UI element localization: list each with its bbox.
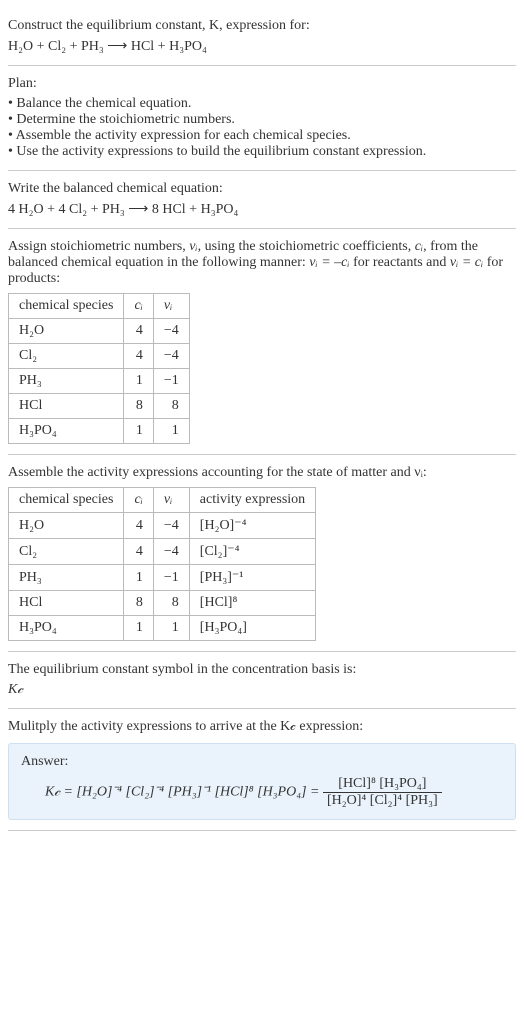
cell-ci: 1 [124, 565, 153, 591]
col-activity: activity expression [189, 488, 315, 513]
col-nu: νᵢ [153, 488, 189, 513]
cell-ci: 4 [124, 319, 153, 344]
col-species: chemical species [9, 294, 124, 319]
cell-ci: 8 [124, 591, 153, 616]
cell-nu: −4 [153, 539, 189, 565]
activity-section: Assemble the activity expressions accoun… [8, 455, 516, 652]
activity-table: chemical species cᵢ νᵢ activity expressi… [8, 487, 316, 641]
cell-species: Cl₂ [9, 344, 124, 369]
cell-activity: [Cl₂]⁻⁴ [189, 539, 315, 565]
cell-ci: 8 [124, 394, 153, 419]
intro-lead-text: Construct the equilibrium constant, K, e… [8, 18, 310, 33]
table-header-row: chemical species cᵢ νᵢ activity expressi… [9, 488, 316, 513]
cell-nu: 8 [153, 394, 189, 419]
table-row: H₃PO₄11 [9, 419, 190, 444]
table-row: H₃PO₄11[H₃PO₄] [9, 616, 316, 641]
cell-nu: −4 [153, 513, 189, 539]
stoich-lead: Assign stoichiometric numbers, νᵢ, using… [8, 239, 516, 287]
cell-nu: −1 [153, 565, 189, 591]
answer-box: Answer: K𝒸 = [H₂O]⁻⁴ [Cl₂]⁻⁴ [PH₃]⁻¹ [HC… [8, 743, 516, 820]
table-row: H₂O4−4 [9, 319, 190, 344]
cell-species: Cl₂ [9, 539, 124, 565]
multiply-lead: Mulitply the activity expressions to arr… [8, 719, 516, 735]
plan-list: Balance the chemical equation. Determine… [8, 96, 516, 160]
cell-nu: 8 [153, 591, 189, 616]
plan-item: Determine the stoichiometric numbers. [8, 112, 516, 128]
balanced-section: Write the balanced chemical equation: 4 … [8, 171, 516, 229]
table-row: Cl₂4−4[Cl₂]⁻⁴ [9, 539, 316, 565]
col-nu: νᵢ [153, 294, 189, 319]
ci-symbol: cᵢ [415, 239, 423, 254]
col-species: chemical species [9, 488, 124, 513]
cell-ci: 1 [124, 419, 153, 444]
kc-lhs: K𝒸 = [H₂O]⁻⁴ [Cl₂]⁻⁴ [PH₃]⁻¹ [HCl]⁸ [H₃P… [45, 785, 323, 800]
table-row: HCl88 [9, 394, 190, 419]
kc-symbol: K𝒸 [8, 682, 516, 698]
table-header-row: chemical species cᵢ νᵢ [9, 294, 190, 319]
cell-nu: −4 [153, 344, 189, 369]
table-row: Cl₂4−4 [9, 344, 190, 369]
relation-products: νᵢ = cᵢ [450, 255, 483, 270]
relation-reactants: νᵢ = –cᵢ [309, 255, 349, 270]
col-ci: cᵢ [124, 488, 153, 513]
text: for reactants and [350, 255, 450, 270]
table-row: H₂O4−4[H₂O]⁻⁴ [9, 513, 316, 539]
cell-species: HCl [9, 591, 124, 616]
symbol-lead: The equilibrium constant symbol in the c… [8, 662, 516, 678]
cell-species: PH₃ [9, 369, 124, 394]
plan-item: Assemble the activity expression for eac… [8, 128, 516, 144]
plan-item: Balance the chemical equation. [8, 96, 516, 112]
cell-ci: 1 [124, 369, 153, 394]
text: Assign stoichiometric numbers, [8, 239, 189, 254]
intro-lead: Construct the equilibrium constant, K, e… [8, 18, 516, 34]
balanced-equation: 4 H₂O + 4 Cl₂ + PH₃ ⟶ 8 HCl + H₃PO₄ [8, 201, 516, 218]
cell-species: PH₃ [9, 565, 124, 591]
cell-activity: [H₂O]⁻⁴ [189, 513, 315, 539]
table-row: HCl88[HCl]⁸ [9, 591, 316, 616]
cell-ci: 4 [124, 513, 153, 539]
cell-nu: −4 [153, 319, 189, 344]
kc-fraction: [HCl]⁸ [H₃PO₄][H₂O]⁴ [Cl₂]⁴ [PH₃] [323, 776, 442, 809]
cell-activity: [HCl]⁸ [189, 591, 315, 616]
cell-ci: 4 [124, 344, 153, 369]
answer-label: Answer: [21, 754, 503, 770]
table-row: PH₃1−1[PH₃]⁻¹ [9, 565, 316, 591]
cell-species: H₃PO₄ [9, 616, 124, 641]
plan-section: Plan: Balance the chemical equation. Det… [8, 66, 516, 171]
cell-ci: 4 [124, 539, 153, 565]
nu-symbol: νᵢ [189, 239, 197, 254]
activity-lead: Assemble the activity expressions accoun… [8, 465, 516, 481]
cell-ci: 1 [124, 616, 153, 641]
col-ci: cᵢ [124, 294, 153, 319]
cell-species: H₃PO₄ [9, 419, 124, 444]
text: , using the stoichiometric coefficients, [198, 239, 415, 254]
plan-title: Plan: [8, 76, 516, 92]
cell-species: HCl [9, 394, 124, 419]
fraction-denominator: [H₂O]⁴ [Cl₂]⁴ [PH₃] [323, 793, 442, 809]
intro-equation: H₂O + Cl₂ + PH₃ ⟶ HCl + H₃PO₄ [8, 38, 516, 55]
cell-nu: 1 [153, 616, 189, 641]
cell-species: H₂O [9, 513, 124, 539]
table-row: PH₃1−1 [9, 369, 190, 394]
cell-species: H₂O [9, 319, 124, 344]
cell-nu: −1 [153, 369, 189, 394]
stoich-table: chemical species cᵢ νᵢ H₂O4−4 Cl₂4−4 PH₃… [8, 293, 190, 444]
kc-expression: K𝒸 = [H₂O]⁻⁴ [Cl₂]⁻⁴ [PH₃]⁻¹ [HCl]⁸ [H₃P… [21, 776, 503, 809]
multiply-section: Mulitply the activity expressions to arr… [8, 709, 516, 831]
ci-header: cᵢ [134, 298, 142, 313]
ci-header: cᵢ [134, 492, 142, 507]
fraction-numerator: [HCl]⁸ [H₃PO₄] [323, 776, 442, 793]
symbol-section: The equilibrium constant symbol in the c… [8, 652, 516, 709]
intro-section: Construct the equilibrium constant, K, e… [8, 8, 516, 66]
cell-nu: 1 [153, 419, 189, 444]
plan-item: Use the activity expressions to build th… [8, 144, 516, 160]
cell-activity: [H₃PO₄] [189, 616, 315, 641]
cell-activity: [PH₃]⁻¹ [189, 565, 315, 591]
stoich-section: Assign stoichiometric numbers, νᵢ, using… [8, 229, 516, 455]
nu-header: νᵢ [164, 298, 172, 313]
balanced-lead: Write the balanced chemical equation: [8, 181, 516, 197]
nu-header: νᵢ [164, 492, 172, 507]
